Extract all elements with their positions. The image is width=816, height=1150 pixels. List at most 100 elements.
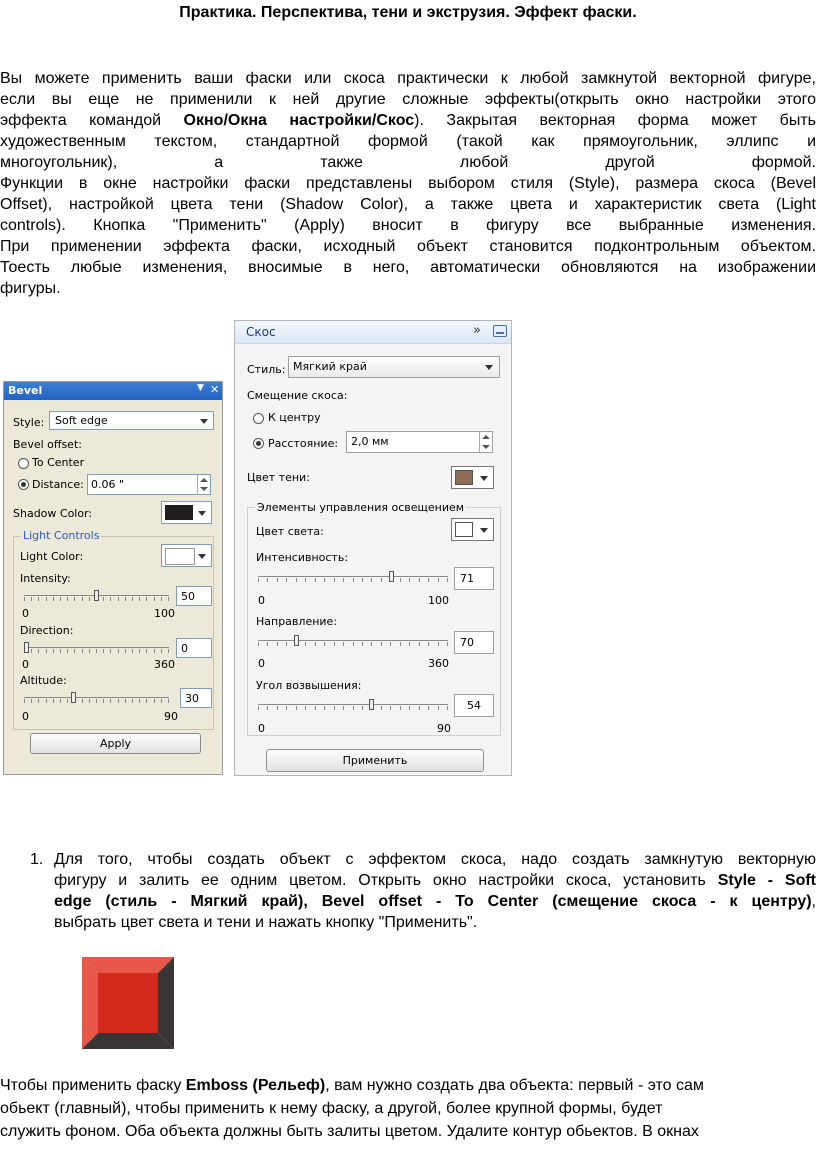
direction-input[interactable]: 0 [176, 638, 212, 658]
slider-tick [419, 578, 420, 582]
apply-button[interactable]: Применить [266, 749, 484, 772]
slider-tick [31, 649, 32, 653]
slider-tick [89, 597, 90, 601]
slider-tick [24, 699, 25, 703]
direction-label: Direction: [20, 624, 74, 637]
slider-tick [343, 706, 344, 710]
bevel-left-edge [82, 957, 98, 1049]
slider-tick [67, 649, 68, 653]
slider-tick [305, 706, 306, 710]
distance-spinner[interactable] [197, 475, 210, 494]
altitude-input[interactable]: 54 [454, 694, 494, 717]
distance-radio[interactable] [18, 479, 29, 490]
bevel-offset-label: Bevel offset: [13, 438, 82, 451]
slider-tick [154, 597, 155, 601]
slider-tick [125, 649, 126, 653]
slider-tick [343, 642, 344, 646]
slider-tick [258, 642, 259, 646]
slider-tick [31, 597, 32, 601]
shadow-color-picker[interactable] [451, 466, 494, 489]
to-center-radio[interactable] [253, 413, 264, 424]
slider-tick [315, 578, 316, 582]
slider-thumb[interactable] [389, 571, 394, 582]
double-chevron-icon[interactable]: » [473, 323, 481, 338]
bevel-bottom-edge [82, 1033, 174, 1049]
intensity-input[interactable]: 71 [454, 567, 494, 590]
dropdown-arrow-icon[interactable]: ▼ [197, 383, 204, 393]
slider-tick [89, 649, 90, 653]
slider-tick [447, 706, 448, 710]
close-icon[interactable]: ✕ [210, 383, 219, 396]
slider-tick [409, 706, 410, 710]
light-color-picker[interactable] [161, 544, 212, 567]
slider-tick [118, 597, 119, 601]
light-swatch [165, 548, 195, 565]
light-color-picker[interactable] [451, 518, 494, 541]
distance-label: Distance: [32, 478, 84, 491]
direction-min: 0 [258, 657, 265, 670]
slider-tick [428, 706, 429, 710]
slider-tick [132, 699, 133, 703]
shadow-color-label: Shadow Color: [13, 507, 93, 520]
distance-spinner[interactable] [479, 432, 492, 452]
altitude-slider[interactable] [258, 699, 448, 713]
slider-thumb[interactable] [24, 642, 29, 653]
distance-input[interactable]: 2,0 мм [346, 431, 493, 453]
slider-tick [447, 578, 448, 582]
slider-tick [168, 597, 169, 601]
intensity-slider[interactable] [24, 590, 169, 604]
bevel-top-edge [82, 957, 174, 973]
list-item: Для того, чтобы создать объект с эффекто… [54, 851, 816, 931]
slider-tick [161, 699, 162, 703]
slider-tick [60, 699, 61, 703]
slider-tick [296, 578, 297, 582]
slider-tick [419, 642, 420, 646]
slider-tick [38, 699, 39, 703]
minimize-icon[interactable] [493, 325, 507, 337]
slider-tick [381, 578, 382, 582]
light-controls-label: Light Controls [21, 529, 102, 542]
style-select[interactable]: Мягкий край [288, 356, 500, 378]
slider-tick [409, 578, 410, 582]
slider-thumb[interactable] [94, 590, 99, 601]
slider-tick [82, 597, 83, 601]
distance-input[interactable]: 0.06 " [87, 474, 211, 495]
distance-radio[interactable] [253, 438, 264, 449]
direction-input[interactable]: 70 [454, 631, 494, 654]
slider-tick [371, 642, 372, 646]
slider-tick [53, 699, 54, 703]
shadow-swatch [455, 470, 473, 485]
slider-tick [139, 597, 140, 601]
slider-tick [161, 649, 162, 653]
apply-button[interactable]: Apply [30, 733, 201, 754]
bevel-offset-label: Смещение скоса: [247, 389, 348, 402]
slider-track [258, 704, 448, 705]
altitude-slider[interactable] [24, 692, 169, 706]
intensity-slider[interactable] [258, 571, 448, 585]
slider-tick [96, 699, 97, 703]
direction-max: 360 [428, 657, 449, 670]
slider-thumb[interactable] [294, 635, 299, 646]
direction-min: 0 [22, 658, 29, 671]
intro-line: Offset), настройкой цвета тени (Shadow C… [0, 196, 816, 213]
style-select[interactable]: Soft edge [49, 411, 214, 430]
intro-line: Тоесть любые изменения, вносимые в него,… [0, 259, 816, 276]
direction-max: 360 [154, 658, 175, 671]
intensity-max: 100 [154, 607, 175, 620]
shadow-swatch [165, 505, 193, 520]
slider-tick [324, 578, 325, 582]
shadow-color-picker[interactable] [161, 501, 212, 524]
slider-thumb[interactable] [369, 699, 374, 710]
direction-slider[interactable] [258, 635, 448, 649]
slider-thumb[interactable] [71, 692, 76, 703]
slider-tick [118, 649, 119, 653]
bevel-dialog-en: Bevel ▼ ✕ Style: Soft edge Bevel offset:… [3, 381, 223, 775]
altitude-max: 90 [437, 722, 451, 735]
altitude-input[interactable]: 30 [180, 688, 212, 708]
intensity-input[interactable]: 50 [176, 586, 212, 606]
to-center-radio[interactable] [18, 458, 29, 469]
direction-slider[interactable] [24, 642, 169, 656]
distance-label: Расстояние: [268, 437, 339, 450]
slider-tick [324, 642, 325, 646]
slider-tick [324, 706, 325, 710]
